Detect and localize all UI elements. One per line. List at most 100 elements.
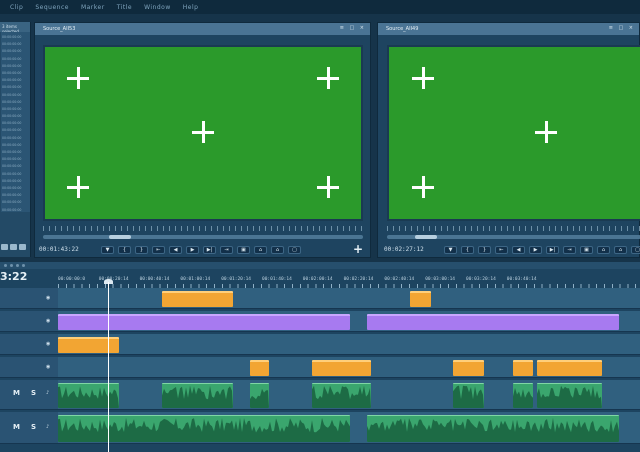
window-controls[interactable]: ≡ □ ×: [340, 25, 366, 31]
monitor-scrollbar[interactable]: [43, 235, 363, 239]
project-item[interactable]: 00:00:00:00: [1, 107, 30, 114]
project-item-list[interactable]: 00:00:00:00 00:00:00:00 00:00:00:00 00:00:0…: [1, 32, 30, 212]
video-track-header[interactable]: ◉: [0, 357, 58, 378]
project-item[interactable]: 00:00:00:00: [1, 157, 30, 164]
project-item[interactable]: 00:00:00:00: [1, 172, 30, 179]
marker-icon[interactable]: ▼: [444, 246, 457, 254]
step-forward-icon[interactable]: ▶|: [203, 246, 216, 254]
video-track-lane[interactable]: [58, 288, 640, 309]
project-item[interactable]: 00:00:00:00: [1, 179, 30, 186]
video-clip[interactable]: [250, 360, 269, 376]
scrollbar-thumb[interactable]: [108, 235, 131, 239]
project-item[interactable]: 00:00:00:00: [1, 200, 30, 207]
audio-clip[interactable]: [162, 383, 233, 408]
menu-clip[interactable]: Clip: [10, 4, 23, 11]
audio-clip[interactable]: [453, 383, 484, 408]
project-item[interactable]: 00:00:00:00: [1, 57, 30, 64]
mute-button[interactable]: M: [13, 389, 20, 397]
go-to-in-icon[interactable]: ⇤: [495, 246, 508, 254]
audio-icon[interactable]: ♪: [46, 424, 49, 430]
in-point-icon[interactable]: {: [461, 246, 474, 254]
video-clip[interactable]: [367, 314, 619, 330]
video-track-lane[interactable]: [58, 334, 640, 355]
go-to-in-icon[interactable]: ⇤: [152, 246, 165, 254]
in-point-icon[interactable]: {: [118, 246, 131, 254]
lift-icon[interactable]: ⌂: [597, 246, 610, 254]
go-to-out-icon[interactable]: ⇥: [563, 246, 576, 254]
audio-clip[interactable]: [58, 415, 350, 442]
project-item[interactable]: 00:00:00:00: [1, 93, 30, 100]
project-item[interactable]: 00:00:00:00: [1, 208, 30, 215]
audio-clip[interactable]: [250, 383, 269, 408]
audio-track-header[interactable]: M S ♪: [0, 412, 58, 444]
eye-icon[interactable]: ◉: [46, 318, 50, 324]
timeline-ruler[interactable]: 00:00:00:0 00:00:20:14 00:00:40:14 00:01:00…: [58, 277, 640, 288]
video-clip[interactable]: [162, 291, 233, 307]
play-icon[interactable]: ▶: [186, 246, 199, 254]
audio-track-lane[interactable]: [58, 380, 640, 410]
monitor-scrollbar[interactable]: [387, 235, 640, 239]
insert-icon[interactable]: ▣: [237, 246, 250, 254]
extract-icon[interactable]: ⌂: [614, 246, 627, 254]
audio-clip[interactable]: [367, 415, 619, 442]
eye-icon[interactable]: ◉: [46, 364, 50, 370]
video-track-lane[interactable]: [58, 311, 640, 332]
video-track-header[interactable]: ◉: [0, 288, 58, 309]
scrollbar-thumb[interactable]: [414, 235, 437, 239]
marker-icon[interactable]: ▼: [101, 246, 114, 254]
video-track-header[interactable]: ◉: [0, 311, 58, 332]
audio-track-lane[interactable]: [58, 412, 640, 444]
step-back-icon[interactable]: ◀: [169, 246, 182, 254]
playhead-line[interactable]: [108, 282, 109, 452]
video-preview[interactable]: [43, 45, 363, 221]
monitor-time-ruler[interactable]: [387, 226, 640, 231]
lift-icon[interactable]: ⌂: [254, 246, 267, 254]
video-clip[interactable]: [58, 337, 119, 353]
eye-icon[interactable]: ◉: [46, 341, 50, 347]
monitor-timecode[interactable]: 00:02:27:12: [384, 246, 424, 253]
project-item[interactable]: 00:00:00:00: [1, 164, 30, 171]
menu-title[interactable]: Title: [117, 4, 132, 11]
eye-icon[interactable]: ◉: [46, 295, 50, 301]
solo-button[interactable]: S: [31, 389, 36, 397]
project-item[interactable]: 00:00:00:00: [1, 85, 30, 92]
new-item-icon[interactable]: [19, 244, 26, 250]
solo-button[interactable]: S: [31, 423, 36, 431]
video-clip[interactable]: [513, 360, 533, 376]
video-preview[interactable]: [387, 45, 640, 221]
project-item[interactable]: 00:00:00:00: [1, 193, 30, 200]
go-to-out-icon[interactable]: ⇥: [220, 246, 233, 254]
timeline-timecode[interactable]: 3:22: [0, 270, 27, 283]
audio-track-header[interactable]: M S ♪: [0, 380, 58, 410]
extract-icon[interactable]: ⌂: [271, 246, 284, 254]
step-forward-icon[interactable]: ▶|: [546, 246, 559, 254]
project-item[interactable]: 00:00:00:00: [1, 150, 30, 157]
add-button[interactable]: +: [353, 242, 363, 256]
out-point-icon[interactable]: }: [135, 246, 148, 254]
window-controls[interactable]: ≡ □ ×: [609, 25, 635, 31]
project-item[interactable]: 00:00:00:00: [1, 136, 30, 143]
project-item[interactable]: 00:00:00:00: [1, 186, 30, 193]
monitor-time-ruler[interactable]: [43, 226, 363, 231]
play-icon[interactable]: ▶: [529, 246, 542, 254]
project-item[interactable]: 00:00:00:00: [1, 49, 30, 56]
mute-button[interactable]: M: [13, 423, 20, 431]
insert-icon[interactable]: ▣: [580, 246, 593, 254]
audio-clip[interactable]: [312, 383, 371, 408]
icon-view-icon[interactable]: [10, 244, 17, 250]
audio-clip[interactable]: [513, 383, 533, 408]
project-item[interactable]: 00:00:00:00: [1, 143, 30, 150]
project-item[interactable]: 00:00:00:00: [1, 121, 30, 128]
project-item[interactable]: 00:00:00:00: [1, 71, 30, 78]
video-clip[interactable]: [537, 360, 602, 376]
video-clip[interactable]: [312, 360, 371, 376]
audio-clip[interactable]: [537, 383, 602, 408]
monitor-timecode[interactable]: 00:01:43:22: [39, 246, 79, 253]
menu-window[interactable]: Window: [144, 4, 171, 11]
project-item[interactable]: 00:00:00:00: [1, 64, 30, 71]
video-clip[interactable]: [58, 314, 350, 330]
project-item[interactable]: 00:00:00:00: [1, 78, 30, 85]
video-track-header[interactable]: ◉: [0, 334, 58, 355]
step-back-icon[interactable]: ◀: [512, 246, 525, 254]
video-clip[interactable]: [453, 360, 484, 376]
